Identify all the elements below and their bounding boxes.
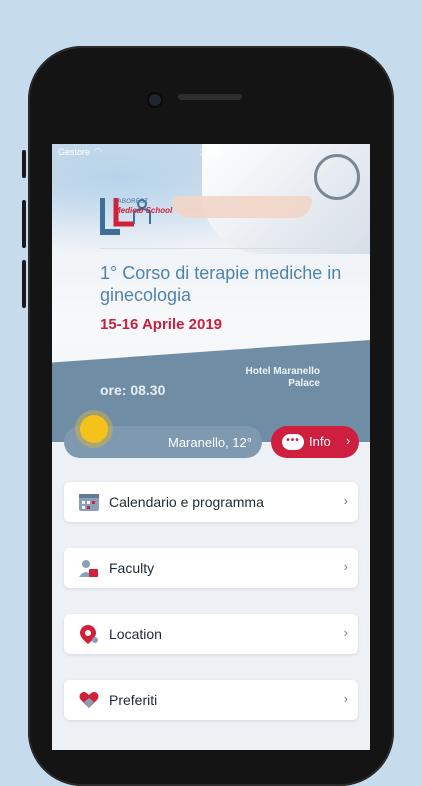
calendar-icon bbox=[79, 494, 99, 511]
people-icon bbox=[79, 560, 98, 577]
info-button-label: Info bbox=[309, 434, 331, 449]
volume-up-button bbox=[22, 200, 26, 248]
sun-icon bbox=[80, 415, 108, 443]
chat-icon: ••• bbox=[282, 434, 304, 450]
front-camera bbox=[147, 92, 163, 108]
app-screen: Gestore ◠ 11:41 LABOREST Medical School … bbox=[52, 144, 370, 750]
menu-item-faculty[interactable]: Faculty › bbox=[64, 548, 358, 588]
info-button[interactable]: ••• Info › bbox=[271, 426, 359, 458]
status-bar: Gestore ◠ 11:41 bbox=[52, 144, 370, 160]
menu-item-label: Calendario e programma bbox=[109, 494, 264, 510]
menu-item-preferiti[interactable]: Preferiti › bbox=[64, 680, 358, 720]
menu-item-label: Preferiti bbox=[109, 692, 158, 708]
logo-line-2: Medical School bbox=[114, 206, 173, 215]
hero-banner: Gestore ◠ 11:41 LABOREST Medical School … bbox=[52, 144, 370, 442]
mute-switch bbox=[22, 150, 26, 178]
stethoscope-graphic bbox=[314, 154, 360, 200]
event-dates: 15-16 Aprile 2019 bbox=[100, 316, 223, 333]
volume-down-button bbox=[22, 260, 26, 308]
carrier-label: Gestore bbox=[58, 147, 91, 157]
earpiece-speaker bbox=[178, 94, 242, 100]
chevron-right-icon: › bbox=[343, 691, 348, 706]
event-venue: Hotel Maranello Palace bbox=[245, 366, 320, 389]
main-menu: Calendario e programma › Faculty › Locat… bbox=[64, 482, 358, 746]
menu-item-calendario[interactable]: Calendario e programma › bbox=[64, 482, 358, 522]
clock: 11:41 bbox=[200, 147, 223, 157]
logo-line-1: LABOREST bbox=[114, 199, 149, 205]
menu-item-location[interactable]: Location › bbox=[64, 614, 358, 654]
chevron-right-icon: › bbox=[346, 433, 351, 448]
weather-label: Maranello, 12° bbox=[168, 435, 252, 450]
event-title: 1° Corso di terapie mediche in ginecolog… bbox=[100, 263, 342, 305]
divider bbox=[100, 248, 320, 249]
heart-icon bbox=[79, 692, 99, 708]
chevron-right-icon: › bbox=[343, 493, 348, 508]
wifi-icon: ◠ bbox=[94, 146, 102, 156]
map-pin-icon bbox=[80, 625, 98, 644]
chevron-right-icon: › bbox=[343, 559, 348, 574]
menu-item-label: Location bbox=[109, 626, 162, 642]
chevron-right-icon: › bbox=[343, 625, 348, 640]
menu-item-label: Faculty bbox=[109, 560, 155, 576]
event-time: ore: 08.30 bbox=[100, 382, 166, 398]
